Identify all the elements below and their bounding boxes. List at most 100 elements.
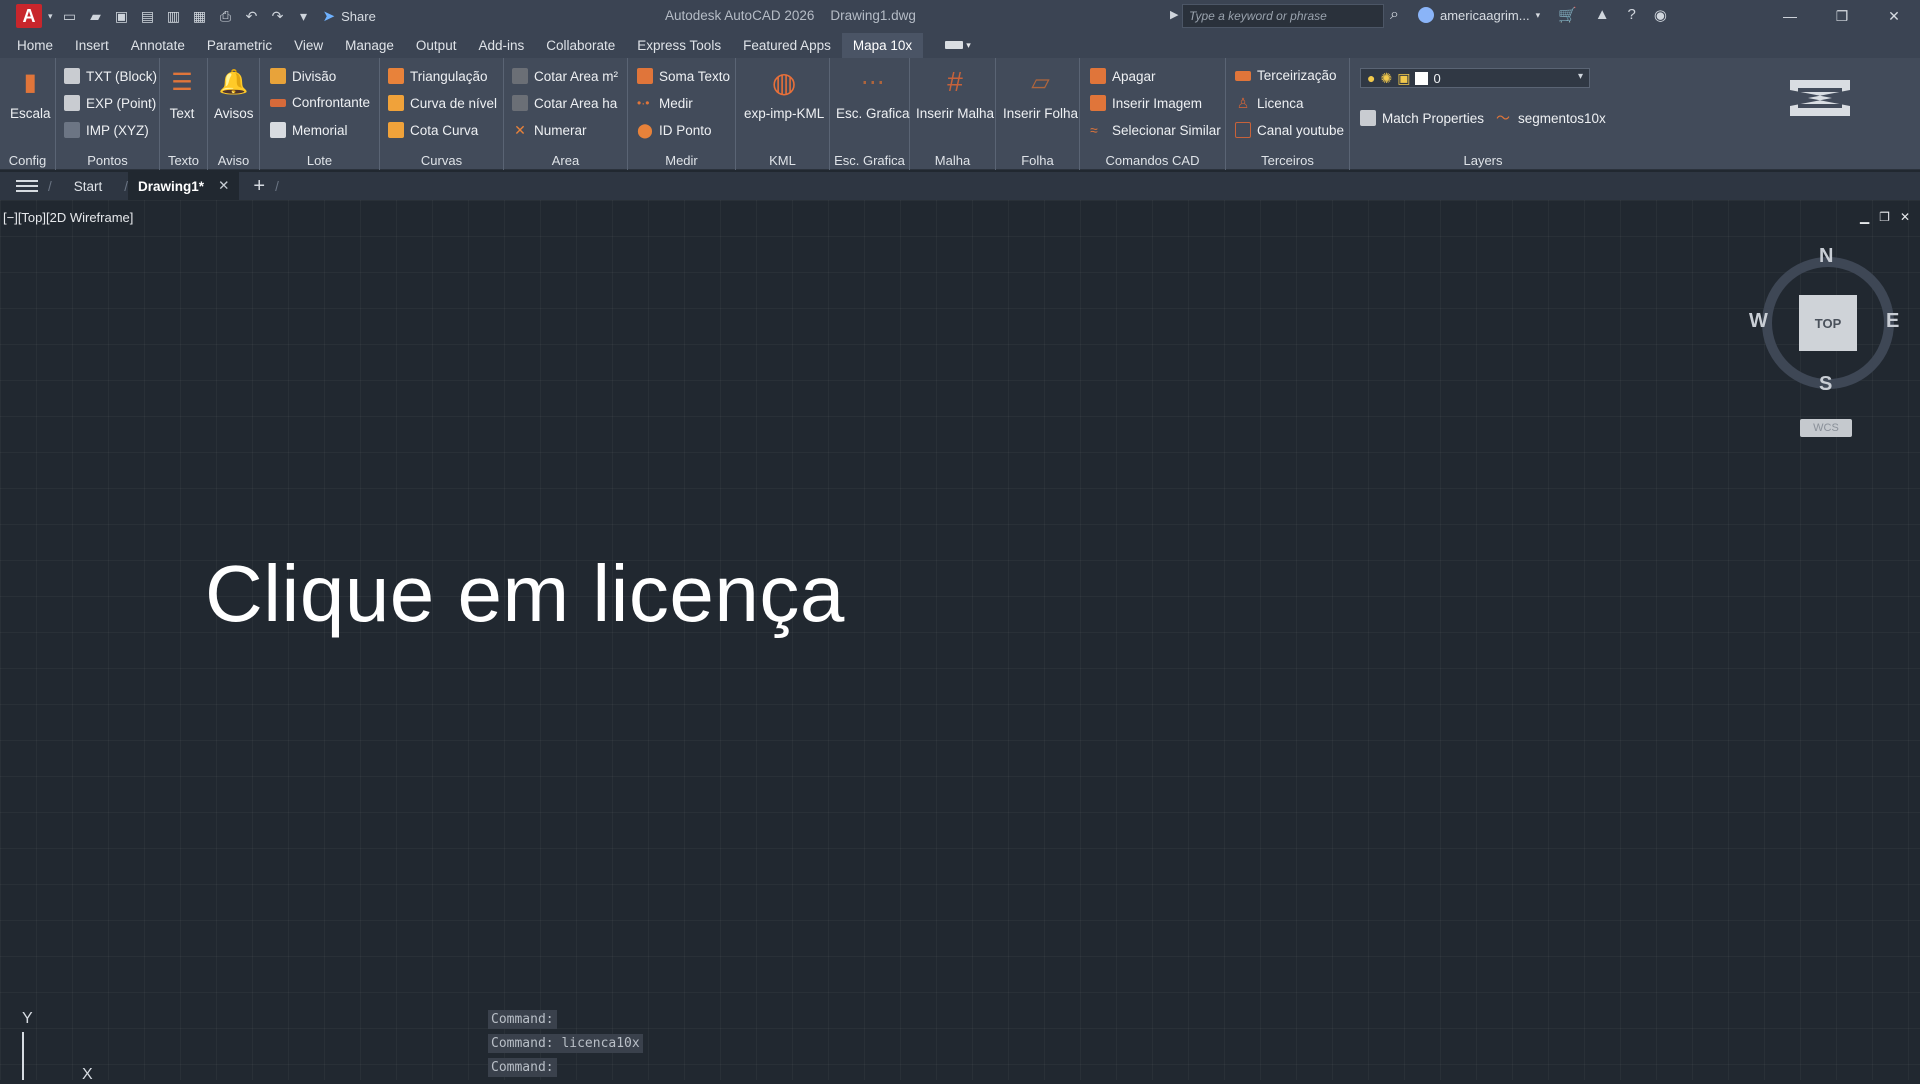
tab-add-ins[interactable]: Add-ins: [467, 33, 535, 58]
share-button[interactable]: ➤ Share: [323, 7, 376, 25]
numerar-button[interactable]: ✕ Numerar: [512, 122, 586, 138]
layer-color-swatch[interactable]: [1415, 71, 1429, 85]
ribbon-display-toggle[interactable]: ▾: [945, 40, 971, 51]
exp-point-button[interactable]: EXP (Point): [64, 95, 156, 111]
save-icon[interactable]: ▣: [113, 7, 131, 25]
layer-dropdown[interactable]: ● ✺ ▣ 0 ▾: [1360, 68, 1590, 88]
quick-access-toolbar: ▭ ▰ ▣ ▤ ▥ ▦ ⎙ ↶ ↷ ▾: [61, 7, 313, 25]
escala-button[interactable]: ▮ Escala: [10, 66, 51, 122]
exp-point-icon: [64, 95, 80, 111]
sun-icon[interactable]: ✺: [1380, 70, 1392, 87]
curva-de-nivel-button[interactable]: Curva de nível: [388, 95, 497, 111]
tab-drawing1[interactable]: Drawing1* ✕: [128, 172, 240, 200]
segmentos10x-button[interactable]: 〜 segmentos10x: [1496, 110, 1606, 126]
tab-insert[interactable]: Insert: [64, 33, 120, 58]
autocad-logo-button[interactable]: A: [16, 4, 42, 28]
tab-mapa-10x[interactable]: Mapa 10x: [841, 32, 924, 58]
licenca-button[interactable]: ♙ Licenca: [1235, 95, 1304, 111]
confrontante-button[interactable]: Confrontante: [270, 95, 370, 110]
avisos-button[interactable]: 🔔 Avisos: [214, 66, 254, 122]
tab-view[interactable]: View: [283, 33, 334, 58]
tab-start[interactable]: Start: [62, 179, 115, 194]
tab-express-tools[interactable]: Express Tools: [626, 33, 732, 58]
feedback-icon[interactable]: ◉: [1654, 6, 1667, 24]
tab-collaborate[interactable]: Collaborate: [535, 33, 626, 58]
new-tab-icon[interactable]: +: [253, 175, 265, 198]
panel-title-comandos-cad: Comandos CAD: [1105, 153, 1200, 168]
compass-north[interactable]: N: [1819, 245, 1833, 268]
redo-icon[interactable]: ↷: [269, 7, 287, 25]
cota-curva-button[interactable]: Cota Curva: [388, 122, 478, 138]
text-button[interactable]: ☰ Text: [166, 66, 198, 122]
match-properties-button[interactable]: Match Properties: [1360, 110, 1484, 126]
user-account-menu[interactable]: americaagrim... ▾: [1418, 7, 1540, 23]
exp-imp-kml-button[interactable]: ◍ exp-imp-KML: [744, 66, 824, 122]
compass-west[interactable]: W: [1749, 310, 1768, 333]
help-icon[interactable]: ?: [1628, 6, 1636, 24]
wcs-menu[interactable]: WCS: [1800, 419, 1852, 437]
viewport-close-icon[interactable]: ✕: [1900, 210, 1910, 224]
undo-icon[interactable]: ↶: [243, 7, 261, 25]
drawing-canvas[interactable]: [−][Top][2D Wireframe] ▁ ❐ ✕ TOP N S E W…: [0, 200, 1920, 1083]
compass-east[interactable]: E: [1886, 310, 1899, 333]
export-icon[interactable]: ▥: [165, 7, 183, 25]
customize-qat-icon[interactable]: ▾: [295, 7, 313, 25]
tab-manage[interactable]: Manage: [334, 33, 405, 58]
viewcube-top-face[interactable]: TOP: [1799, 295, 1857, 351]
tab-annotate[interactable]: Annotate: [120, 33, 196, 58]
save-as-icon[interactable]: ▤: [139, 7, 157, 25]
cart-icon[interactable]: 🛒: [1558, 6, 1577, 24]
terceirizacao-button[interactable]: Terceirização: [1235, 68, 1337, 83]
panel-title-texto: Texto: [167, 153, 200, 168]
selecionar-similar-button[interactable]: ≈ Selecionar Similar: [1090, 122, 1221, 138]
inserir-malha-button[interactable]: # Inserir Malha: [916, 66, 994, 121]
image-icon: [1090, 95, 1106, 111]
cotar-area-ha-button[interactable]: Cotar Area ha: [512, 95, 617, 111]
menu-icon[interactable]: [16, 180, 38, 192]
tab-parametric[interactable]: Parametric: [196, 33, 283, 58]
close-tab-icon[interactable]: ✕: [218, 178, 229, 194]
viewport-controls-label[interactable]: [−][Top][2D Wireframe]: [3, 210, 133, 225]
autodesk-icon[interactable]: ▲: [1595, 6, 1610, 24]
lightbulb-icon[interactable]: ●: [1367, 70, 1375, 86]
new-file-icon[interactable]: ▭: [61, 7, 79, 25]
compass-south[interactable]: S: [1819, 373, 1832, 396]
app-menu-caret-icon[interactable]: ▾: [48, 11, 53, 22]
close-icon[interactable]: ✕: [1868, 0, 1920, 32]
search-icon[interactable]: ⌕: [1390, 6, 1399, 24]
cotar-area-m2-label: Cotar Area m²: [534, 68, 619, 84]
apagar-button[interactable]: Apagar: [1090, 68, 1156, 84]
inserir-folha-button[interactable]: ▱ Inserir Folha: [1003, 66, 1078, 122]
esc-grafica-button[interactable]: ⋯ Esc. Grafica: [836, 66, 910, 122]
canal-youtube-button[interactable]: Canal youtube: [1235, 122, 1344, 138]
minimize-icon[interactable]: —: [1764, 0, 1816, 32]
terceirizacao-label: Terceirização: [1257, 68, 1337, 83]
open-folder-icon[interactable]: ▰: [87, 7, 105, 25]
tab-featured-apps[interactable]: Featured Apps: [732, 33, 842, 58]
triangulacao-button[interactable]: Triangulação: [388, 68, 488, 84]
viewport-minimize-icon[interactable]: ▁: [1860, 210, 1869, 224]
memorial-button[interactable]: Memorial: [270, 122, 348, 138]
inserir-imagem-button[interactable]: Inserir Imagem: [1090, 95, 1202, 111]
medir-button[interactable]: •·• Medir: [637, 95, 693, 111]
tab-output[interactable]: Output: [405, 33, 468, 58]
import-icon[interactable]: ▦: [191, 7, 209, 25]
search-expand-icon[interactable]: ▶: [1170, 8, 1178, 21]
viewport-restore-icon[interactable]: ❐: [1879, 210, 1890, 224]
triangulacao-icon: [388, 68, 404, 84]
restore-icon[interactable]: ❐: [1816, 0, 1868, 32]
cotar-area-m2-button[interactable]: Cotar Area m²: [512, 68, 618, 84]
panel-malha: # Inserir Malha Malha: [910, 58, 996, 170]
layer-combo[interactable]: ● ✺ ▣ 0 ▾: [1360, 68, 1590, 88]
id-ponto-button[interactable]: ⬤ ID Ponto: [637, 122, 711, 138]
lock-icon[interactable]: ▣: [1397, 70, 1410, 87]
txt-block-button[interactable]: TXT (Block): [64, 68, 157, 84]
soma-texto-button[interactable]: Soma Texto: [637, 68, 730, 84]
avisos-label: Avisos: [214, 106, 254, 121]
viewcube[interactable]: TOP N S E W: [1749, 245, 1902, 396]
plot-icon[interactable]: ⎙: [217, 7, 235, 25]
tab-home[interactable]: Home: [6, 33, 64, 58]
search-input[interactable]: Type a keyword or phrase: [1182, 4, 1384, 28]
divisao-button[interactable]: Divisão: [270, 68, 336, 84]
imp-xyz-button[interactable]: IMP (XYZ): [64, 122, 149, 138]
